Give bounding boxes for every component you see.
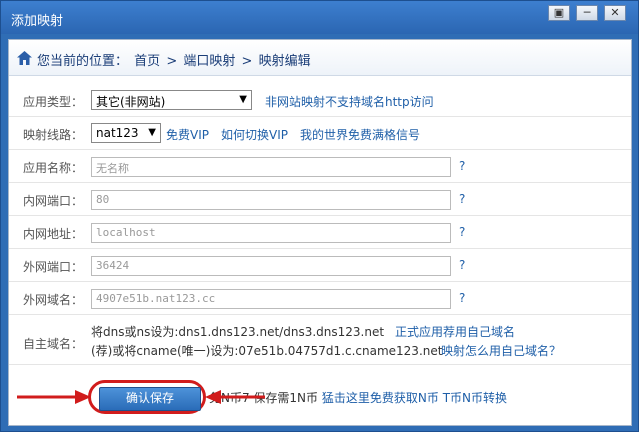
row-lan-addr: 内网地址： localhost ? [9, 216, 631, 249]
link-how-own-domain[interactable]: 映射怎么用自己域名？ [441, 342, 561, 359]
custom-domain-line1: 将dns或ns设为:dns1.dns123.net/dns3.dns123.ne… [91, 323, 515, 342]
save-button[interactable]: 确认保存 [99, 387, 201, 411]
app-type-value: 其它(非网站) [96, 95, 166, 109]
breadcrumb-sep: > [166, 54, 178, 69]
chevron-down-icon: ▼ [148, 127, 156, 138]
row-route: 映射线路： nat123 ▼ 免费VIP 如何切换VIP 我的世界免费满格信号 [9, 117, 631, 150]
breadcrumb-sep: > [241, 54, 253, 69]
restore-button[interactable]: ▣ [548, 5, 570, 21]
help-icon[interactable]: ? [459, 291, 465, 305]
route-select[interactable]: nat123 ▼ [91, 123, 161, 143]
content-panel: 您当前的位置： 首页 > 端口映射 > 映射编辑 应用类型： 其它(非网站) ▼… [8, 39, 632, 426]
label-lan-addr: 内网地址： [23, 227, 84, 241]
link-get-free-n[interactable]: 猛击这里免费获取N币 [322, 391, 439, 405]
wan-domain-input[interactable]: 4907e51b.nat123.cc [91, 289, 451, 309]
breadcrumb-text: 您当前的位置： 首页 > 端口映射 > 映射编辑 [37, 50, 313, 69]
row-app-type: 应用类型： 其它(非网站) ▼ 非网站映射不支持域名http访问 [9, 84, 631, 117]
help-icon[interactable]: ? [459, 258, 465, 272]
minimize-button[interactable]: ─ [576, 5, 598, 21]
label-route: 映射线路： [23, 128, 84, 142]
row-wan-domain: 外网域名： 4907e51b.nat123.cc ? [9, 282, 631, 315]
breadcrumb-port-mapping[interactable]: 端口映射 [183, 54, 235, 69]
route-value: nat123 [96, 126, 139, 140]
cname-instruction: (荐)或将cname(唯一)设为:07e51b.04757d1.c.cname1… [91, 344, 443, 358]
home-icon [17, 51, 32, 65]
lan-addr-input[interactable]: localhost [91, 223, 451, 243]
app-type-select[interactable]: 其它(非网站) ▼ [91, 90, 252, 110]
left-arrow-icon [17, 390, 91, 404]
help-icon[interactable]: ? [459, 159, 465, 173]
label-wan-domain: 外网域名： [23, 293, 84, 307]
breadcrumb-current: 映射编辑 [258, 54, 311, 69]
app-type-note: 非网站映射不支持域名http访问 [265, 95, 434, 109]
label-custom-domain: 自主域名： [23, 337, 84, 351]
help-icon[interactable]: ? [459, 225, 465, 239]
close-button[interactable]: ✕ [604, 5, 626, 21]
title-bar: 添加映射 ▣ ─ ✕ [1, 1, 638, 34]
label-lan-port: 内网端口： [23, 194, 84, 208]
link-t-n-convert[interactable]: T币N币转换 [443, 391, 507, 405]
dns-instruction: 将dns或ns设为:dns1.dns123.net/dns3.dns123.ne… [91, 325, 385, 339]
lan-port-input[interactable]: 80 [91, 190, 451, 210]
window-title: 添加映射 [11, 14, 64, 29]
label-app-type: 应用类型： [23, 95, 84, 109]
row-app-name: 应用名称： 无名称 ? [9, 150, 631, 183]
breadcrumb: 您当前的位置： 首页 > 端口映射 > 映射编辑 [9, 40, 631, 76]
help-icon[interactable]: ? [459, 192, 465, 206]
label-wan-port: 外网端口： [23, 260, 84, 274]
wan-port-input[interactable]: 36424 [91, 256, 451, 276]
link-use-own-domain[interactable]: 正式应用荐用自己域名 [395, 323, 515, 340]
custom-domain-line2: (荐)或将cname(唯一)设为:07e51b.04757d1.c.cname1… [91, 342, 561, 361]
chevron-down-icon: ▼ [239, 94, 247, 105]
dialog-window: 添加映射 ▣ ─ ✕ 您当前的位置： 首页 > 端口映射 > 映射编辑 应用类型… [0, 0, 639, 432]
breadcrumb-home[interactable]: 首页 [134, 54, 160, 69]
link-free-vip[interactable]: 免费VIP [166, 126, 209, 143]
row-lan-port: 内网端口： 80 ? [9, 183, 631, 216]
custom-domain-info: 将dns或ns设为:dns1.dns123.net/dns3.dns123.ne… [91, 323, 561, 361]
app-name-input[interactable]: 无名称 [91, 157, 451, 177]
breadcrumb-prefix: 您当前的位置： [37, 54, 129, 69]
link-switch-vip[interactable]: 如何切换VIP [221, 126, 288, 143]
row-wan-port: 外网端口： 36424 ? [9, 249, 631, 282]
right-arrow-icon [205, 390, 265, 404]
link-minecraft-signal[interactable]: 我的世界免费满格信号 [300, 126, 420, 143]
row-custom-domain: 自主域名： 将dns或ns设为:dns1.dns123.net/dns3.dns… [9, 319, 631, 365]
label-app-name: 应用名称： [23, 161, 84, 175]
